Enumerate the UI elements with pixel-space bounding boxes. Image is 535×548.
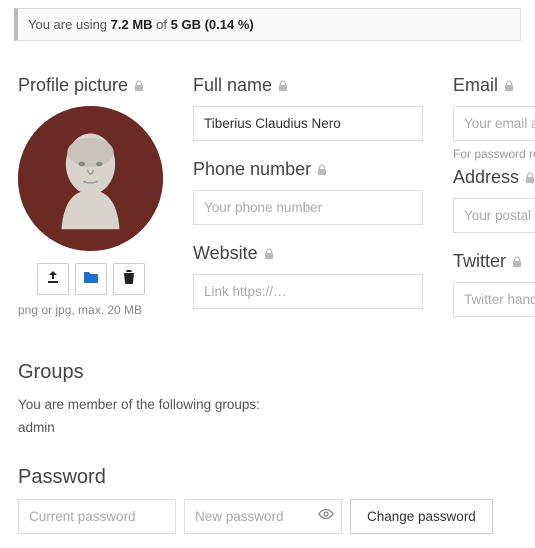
avatar: [18, 106, 163, 251]
quota-pct: (0.14 %): [201, 17, 254, 32]
quota-used: 7.2 MB: [111, 17, 153, 32]
profile-picture-label: Profile picture: [18, 75, 163, 96]
upload-icon: [46, 270, 60, 289]
current-password-input[interactable]: [18, 499, 176, 534]
address-input[interactable]: [453, 198, 535, 233]
lock-icon[interactable]: [317, 164, 327, 176]
lock-icon[interactable]: [278, 80, 288, 92]
quota-prefix: You are using: [28, 17, 111, 32]
phone-input[interactable]: [193, 190, 423, 225]
twitter-label: Twitter: [453, 251, 535, 272]
email-label: Email: [453, 75, 535, 96]
change-password-button[interactable]: Change password: [350, 499, 493, 534]
quota-usage-bar: You are using 7.2 MB of 5 GB (0.14 %): [14, 8, 521, 41]
lock-icon[interactable]: [504, 80, 514, 92]
eye-icon[interactable]: [318, 507, 334, 525]
quota-total: 5 GB: [171, 17, 201, 32]
full-name-label: Full name: [193, 75, 423, 96]
email-input[interactable]: [453, 106, 535, 141]
website-input[interactable]: [193, 274, 423, 309]
full-name-input[interactable]: [193, 106, 423, 141]
folder-icon: [83, 270, 99, 289]
quota-of: of: [153, 17, 171, 32]
lock-icon[interactable]: [525, 172, 535, 184]
address-label: Address: [453, 167, 535, 188]
phone-label: Phone number: [193, 159, 423, 180]
trash-icon: [123, 270, 135, 289]
groups-list: admin: [18, 417, 517, 440]
lock-icon[interactable]: [134, 80, 144, 92]
choose-avatar-button[interactable]: [75, 263, 107, 295]
avatar-hint: png or jpg, max. 20 MB: [18, 303, 163, 317]
lock-icon[interactable]: [512, 256, 522, 268]
email-help: For password reset and notifications: [453, 147, 535, 161]
upload-avatar-button[interactable]: [37, 263, 69, 295]
groups-intro: You are member of the following groups:: [18, 394, 517, 417]
lock-icon[interactable]: [264, 248, 274, 260]
delete-avatar-button[interactable]: [113, 263, 145, 295]
groups-title: Groups: [18, 361, 517, 384]
twitter-input[interactable]: [453, 282, 535, 317]
password-title: Password: [18, 466, 517, 489]
website-label: Website: [193, 243, 423, 264]
